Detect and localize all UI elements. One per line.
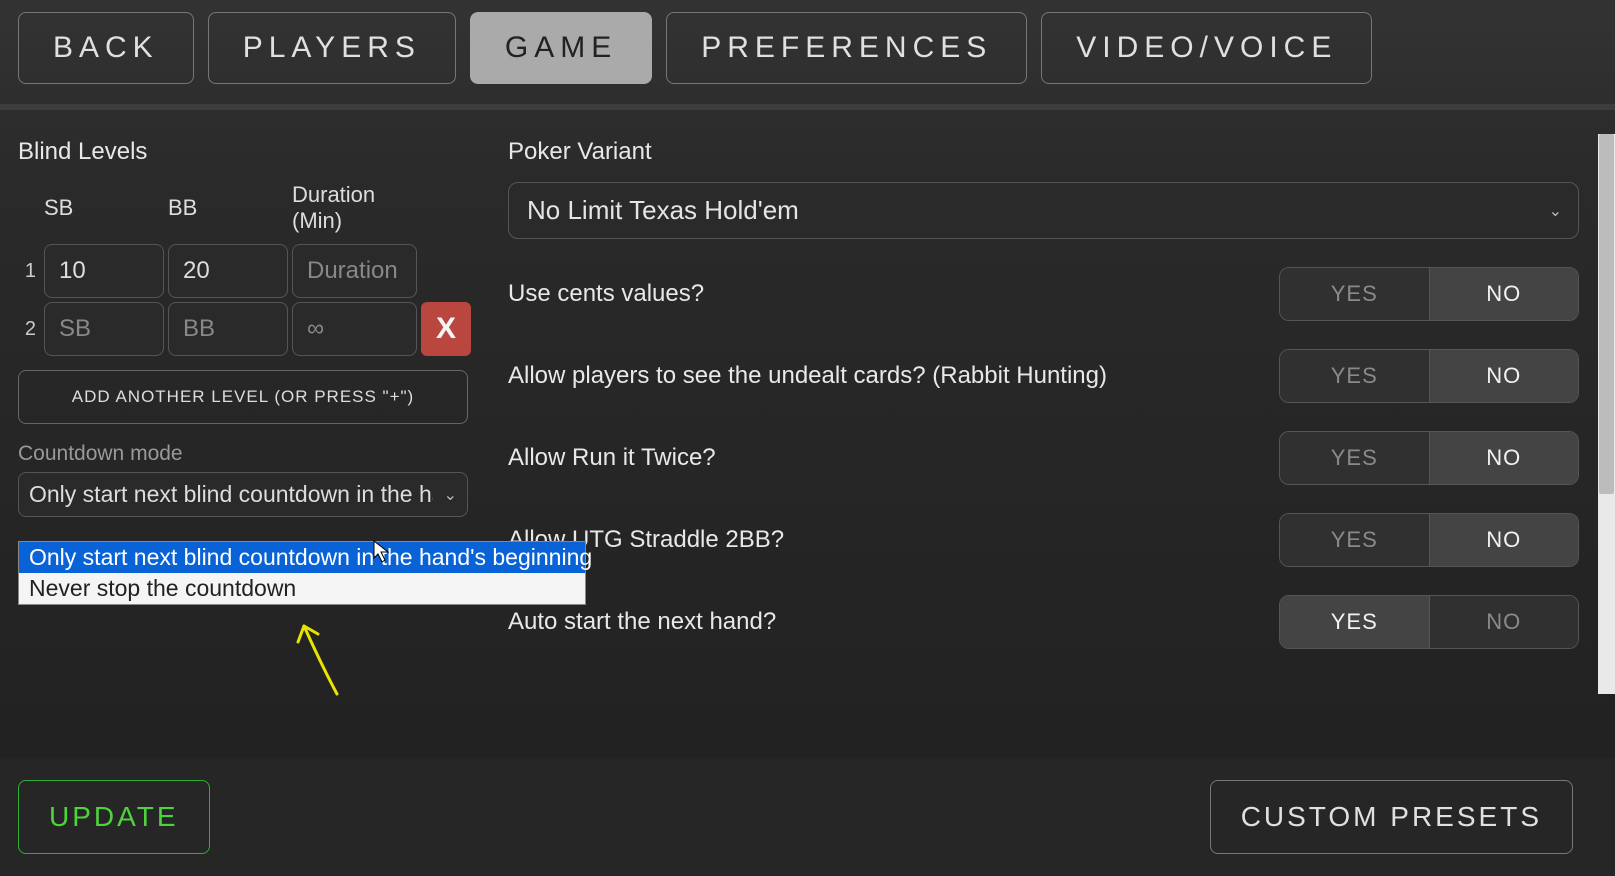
vertical-scrollbar[interactable]: [1598, 134, 1615, 694]
option-row: Auto start the next hand? YESNO: [508, 595, 1579, 649]
blind-levels-grid: SB BB Duration (Min) 1 2 X: [18, 182, 478, 356]
custom-presets-button[interactable]: CUSTOM PRESETS: [1210, 780, 1573, 854]
row-number: 1: [18, 260, 40, 283]
toggle-no[interactable]: NO: [1429, 350, 1579, 402]
col-header-bb: BB: [168, 195, 288, 227]
poker-variant-select[interactable]: No Limit Texas Hold'em ⌄: [508, 182, 1579, 239]
yes-no-toggle: YESNO: [1279, 267, 1579, 321]
bb-input-1[interactable]: [168, 244, 288, 298]
col-header-duration: Duration (Min): [292, 182, 417, 240]
toggle-no[interactable]: NO: [1429, 514, 1579, 566]
update-button[interactable]: UPDATE: [18, 780, 210, 854]
tab-back[interactable]: BACK: [18, 12, 194, 84]
chevron-down-icon: ⌄: [1549, 201, 1562, 221]
footer-bar: UPDATE CUSTOM PRESETS: [0, 758, 1615, 876]
toggle-yes[interactable]: YES: [1280, 350, 1429, 402]
option-row: Allow UTG Straddle 2BB?YESNO: [508, 513, 1579, 567]
sb-input-2[interactable]: [44, 302, 164, 356]
option-label: Auto start the next hand?: [508, 608, 776, 636]
yes-no-toggle: YESNO: [1279, 431, 1579, 485]
option-label: Use cents values?: [508, 280, 704, 308]
col-header-sb: SB: [44, 195, 164, 227]
countdown-mode-label: Countdown mode: [18, 442, 478, 466]
toggle-yes[interactable]: YES: [1280, 268, 1429, 320]
countdown-option-1[interactable]: Only start next blind countdown in the h…: [19, 542, 585, 573]
delete-level-button[interactable]: X: [421, 302, 471, 356]
tab-players[interactable]: PLAYERS: [208, 12, 456, 84]
chevron-down-icon: ⌄: [444, 485, 457, 505]
toggle-yes[interactable]: YES: [1280, 596, 1429, 648]
yes-no-toggle: YESNO: [1279, 349, 1579, 403]
bb-input-2[interactable]: [168, 302, 288, 356]
option-row: Use cents values? YESNO: [508, 267, 1579, 321]
yes-no-toggle: YESNO: [1279, 595, 1579, 649]
tab-video-voice[interactable]: VIDEO/VOICE: [1041, 12, 1372, 84]
option-row: Allow players to see the undealt cards? …: [508, 349, 1579, 403]
duration-input-1[interactable]: [292, 244, 417, 298]
toggle-no[interactable]: NO: [1429, 596, 1579, 648]
option-label: Allow Run it Twice?: [508, 444, 716, 472]
countdown-option-2[interactable]: Never stop the countdown: [19, 573, 585, 604]
poker-variant-value: No Limit Texas Hold'em: [527, 195, 799, 225]
app-root: BACK PLAYERS GAME PREFERENCES VIDEO/VOIC…: [0, 0, 1615, 876]
option-label: Allow players to see the undealt cards? …: [508, 362, 1107, 390]
game-options-panel: Poker Variant No Limit Texas Hold'em ⌄ U…: [508, 138, 1597, 660]
countdown-select-value: Only start next blind countdown in the h…: [29, 481, 433, 508]
yes-no-toggle: YESNO: [1279, 513, 1579, 567]
row-number: 2: [18, 318, 40, 341]
blind-levels-title: Blind Levels: [18, 138, 478, 166]
tab-game[interactable]: GAME: [470, 12, 652, 84]
duration-input-2[interactable]: [292, 302, 417, 356]
tab-preferences[interactable]: PREFERENCES: [666, 12, 1027, 84]
toggle-no[interactable]: NO: [1429, 268, 1579, 320]
countdown-dropdown: Only start next blind countdown in the h…: [18, 541, 586, 605]
top-tabs: BACK PLAYERS GAME PREFERENCES VIDEO/VOIC…: [0, 0, 1615, 98]
countdown-mode-select[interactable]: Only start next blind countdown in the h…: [18, 472, 468, 517]
poker-variant-label: Poker Variant: [508, 138, 1579, 166]
toggle-yes[interactable]: YES: [1280, 514, 1429, 566]
toggle-no[interactable]: NO: [1429, 432, 1579, 484]
sb-input-1[interactable]: [44, 244, 164, 298]
scrollbar-thumb[interactable]: [1599, 134, 1614, 494]
toggle-yes[interactable]: YES: [1280, 432, 1429, 484]
add-level-button[interactable]: ADD ANOTHER LEVEL (OR PRESS "+"): [18, 370, 468, 424]
option-row: Allow Run it Twice? YESNO: [508, 431, 1579, 485]
